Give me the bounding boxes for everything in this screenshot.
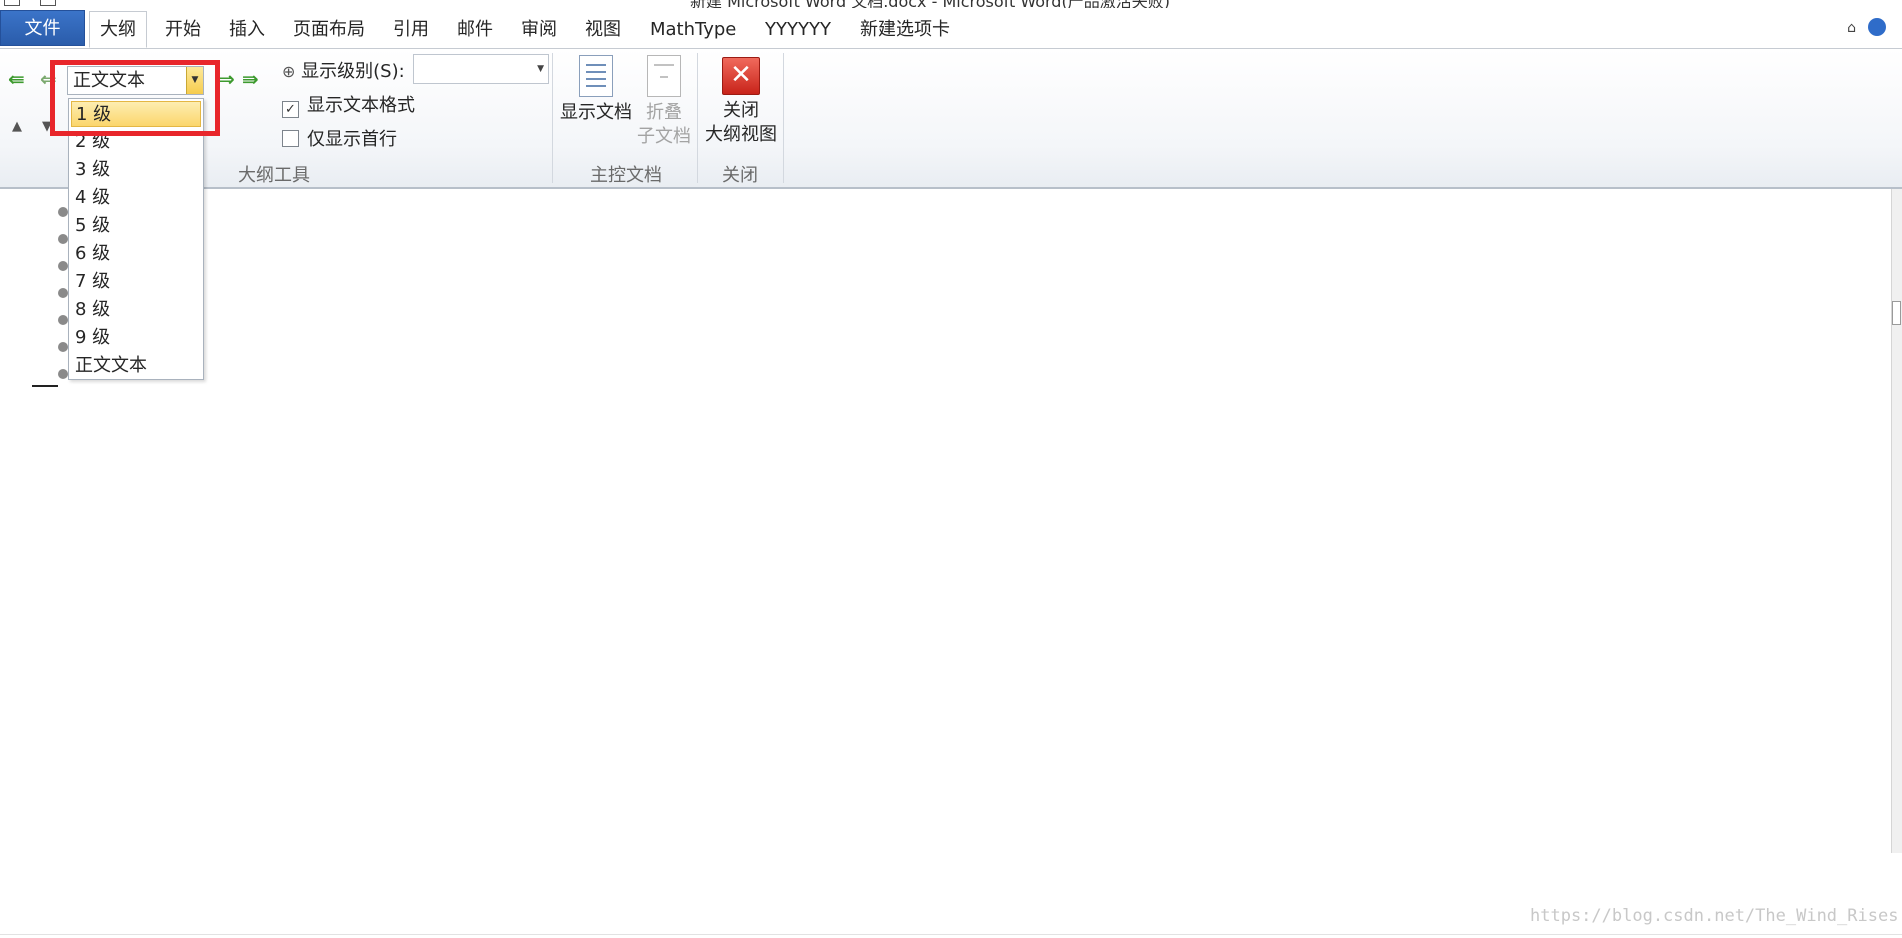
show-text-format-checkbox[interactable]: ✓ xyxy=(282,101,299,118)
move-up-icon[interactable]: ▲ xyxy=(12,119,22,134)
show-level-combo[interactable]: ▼ xyxy=(413,54,549,84)
minimize-ribbon-icon[interactable]: ⌂ xyxy=(1847,20,1856,36)
outline-bullet[interactable] xyxy=(58,315,68,325)
outline-bullet[interactable] xyxy=(58,288,68,298)
chevron-down-icon[interactable]: ▼ xyxy=(186,67,203,94)
tab-home[interactable]: 开始 xyxy=(165,12,201,48)
help-icon[interactable] xyxy=(1868,18,1886,36)
tab-insert[interactable]: 插入 xyxy=(229,12,265,48)
scrollbar-thumb[interactable] xyxy=(1892,301,1901,325)
collapse-subdocuments-button[interactable]: 折叠 子文档 xyxy=(634,55,694,149)
tab-file[interactable]: 文件 xyxy=(0,10,85,46)
promote-to-heading1-icon[interactable]: ⇚ xyxy=(8,67,25,91)
tab-page-layout[interactable]: 页面布局 xyxy=(293,12,365,48)
document-icon xyxy=(579,55,613,97)
collapse-label-line2: 子文档 xyxy=(637,126,691,147)
chevron-down-icon[interactable]: ▼ xyxy=(537,55,544,83)
demote-icon[interactable]: ⇒ xyxy=(218,67,235,91)
tab-mathtype[interactable]: MathType xyxy=(650,12,736,48)
outline-level-value: 正文文本 xyxy=(73,70,145,91)
outline-bullet[interactable] xyxy=(58,207,68,217)
tab-view[interactable]: 视图 xyxy=(585,12,621,48)
close-label-line1: 关闭 xyxy=(723,100,759,121)
vertical-scrollbar[interactable] xyxy=(1891,189,1902,853)
tab-yyyyyy[interactable]: YYYYYY xyxy=(765,12,831,48)
show-level-icon: ⊕ xyxy=(282,62,296,81)
dropdown-item-body-text[interactable]: 正文文本 xyxy=(71,353,201,379)
tab-outline[interactable]: 大纲 xyxy=(89,11,147,48)
dropdown-item-level-9[interactable]: 9 级 xyxy=(71,325,201,351)
collapse-label-line1: 折叠 xyxy=(646,102,682,123)
show-level-label: 显示级别(S): xyxy=(301,61,405,82)
title-bar: 新建 Microsoft Word 文档.docx - Microsoft Wo… xyxy=(0,0,1902,8)
tab-references[interactable]: 引用 xyxy=(393,12,429,48)
promote-icon[interactable]: ⇐ xyxy=(40,67,57,91)
group-label-master-document: 主控文档 xyxy=(590,165,662,186)
tab-mailings[interactable]: 邮件 xyxy=(457,12,493,48)
watermark: https://blog.csdn.net/The_Wind_Rises xyxy=(1530,906,1899,926)
dropdown-item-level-7[interactable]: 7 级 xyxy=(71,269,201,295)
show-first-line-row[interactable]: 仅显示首行 xyxy=(282,125,397,151)
document-area[interactable] xyxy=(0,189,1892,938)
close-icon: ✕ xyxy=(722,57,760,95)
tab-new-tab[interactable]: 新建选项卡 xyxy=(860,12,950,48)
dropdown-item-level-2[interactable]: 2 级 xyxy=(71,129,201,155)
outline-level-combo[interactable]: 正文文本 ▼ xyxy=(67,66,204,95)
dropdown-item-level-4[interactable]: 4 级 xyxy=(71,185,201,211)
dropdown-item-level-6[interactable]: 6 级 xyxy=(71,241,201,267)
save-icon[interactable] xyxy=(4,0,20,6)
collapse-document-icon xyxy=(647,55,681,97)
show-level-row: ⊕ 显示级别(S): xyxy=(282,57,405,83)
group-label-outline-tools: 大纲工具 xyxy=(238,165,310,186)
text-cursor xyxy=(32,385,58,387)
outline-bullet[interactable] xyxy=(58,261,68,271)
outline-bullet[interactable] xyxy=(58,234,68,244)
move-down-icon[interactable]: ▼ xyxy=(42,119,52,134)
window-title: 新建 Microsoft Word 文档.docx - Microsoft Wo… xyxy=(690,0,1170,8)
dropdown-item-level-5[interactable]: 5 级 xyxy=(71,213,201,239)
demote-to-body-icon[interactable]: ⇛ xyxy=(242,67,259,91)
tab-review[interactable]: 审阅 xyxy=(521,12,557,48)
dropdown-item-level-8[interactable]: 8 级 xyxy=(71,297,201,323)
close-outline-view-button[interactable]: ✕ 关闭 大纲视图 xyxy=(702,57,780,147)
close-label-line2: 大纲视图 xyxy=(705,124,777,145)
show-document-button[interactable]: 显示文档 xyxy=(558,55,634,125)
dropdown-item-level-1[interactable]: 1 级 xyxy=(71,101,201,127)
show-document-label: 显示文档 xyxy=(560,102,632,123)
dropdown-item-level-3[interactable]: 3 级 xyxy=(71,157,201,183)
ribbon-tabs: 文件 大纲 开始 插入 页面布局 引用 邮件 审阅 视图 MathType YY… xyxy=(0,8,1902,49)
status-divider xyxy=(0,934,1902,935)
outline-bullet[interactable] xyxy=(58,369,68,379)
show-text-format-row[interactable]: ✓ 显示文本格式 xyxy=(282,91,415,118)
outline-bullet[interactable] xyxy=(58,342,68,352)
show-first-line-checkbox[interactable] xyxy=(282,130,299,147)
group-separator xyxy=(552,53,553,183)
group-label-close: 关闭 xyxy=(722,165,758,186)
undo-icon[interactable] xyxy=(40,0,56,6)
show-text-format-label: 显示文本格式 xyxy=(307,95,415,116)
show-first-line-label: 仅显示首行 xyxy=(307,129,397,150)
group-separator xyxy=(783,53,784,183)
ribbon-panel: ⇚ ⇐ ⇒ ⇛ ▲ ▼ 正文文本 ▼ ⊕ 显示级别(S): ▼ ✓ 显示文本格式 … xyxy=(0,49,1902,189)
outline-level-dropdown: 1 级 2 级 3 级 4 级 5 级 6 级 7 级 8 级 9 级 正文文本 xyxy=(68,98,204,380)
group-separator xyxy=(697,53,698,183)
